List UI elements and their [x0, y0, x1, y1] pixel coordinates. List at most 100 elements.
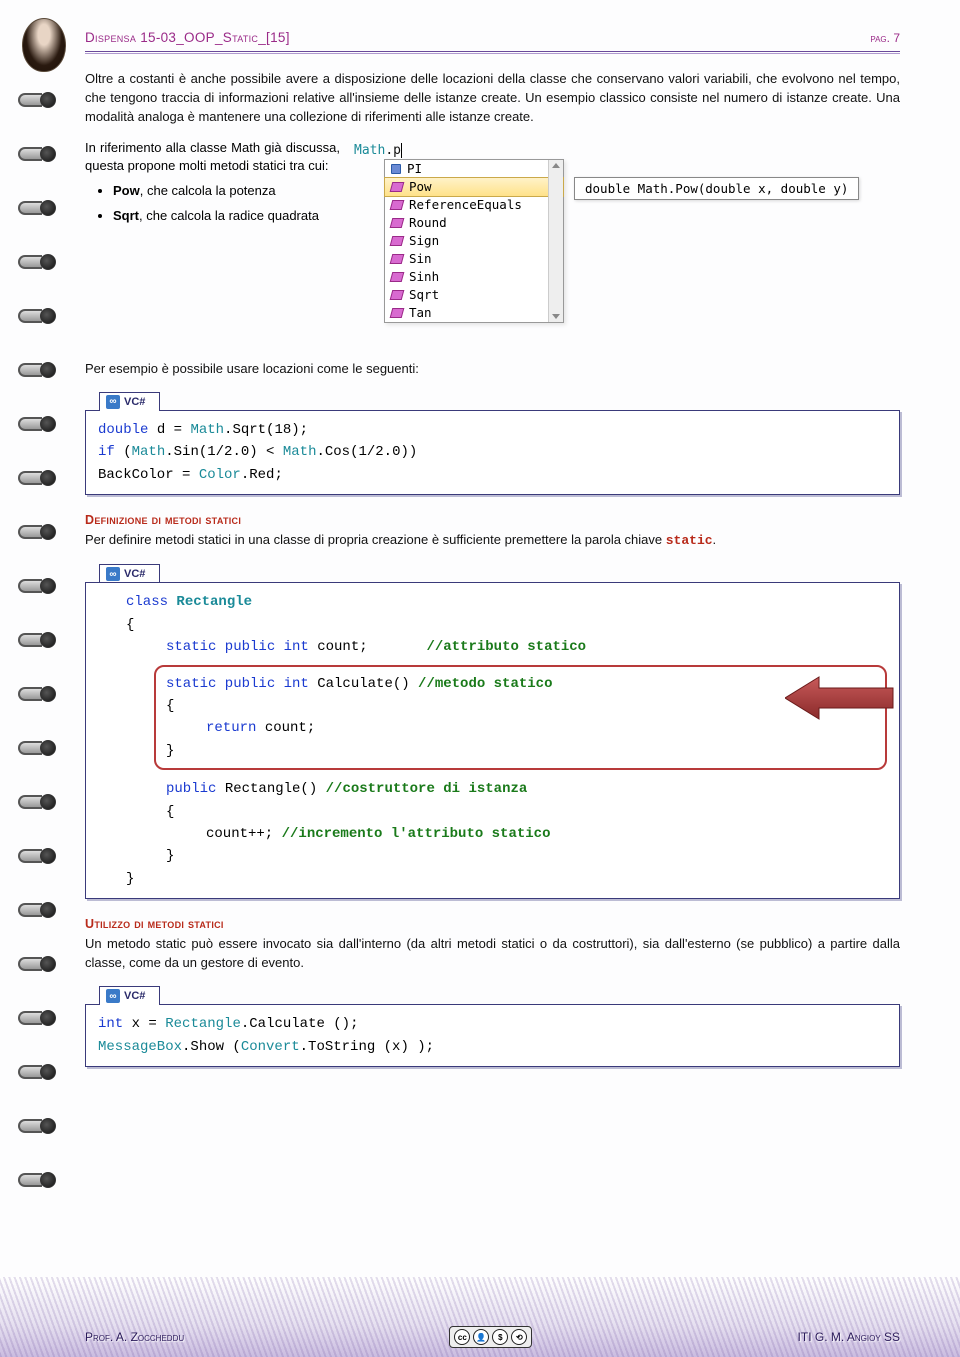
author-portrait — [22, 18, 66, 72]
field-icon — [391, 164, 401, 174]
highlighted-method-frame: static public int Calculate() //metodo s… — [154, 665, 887, 771]
intellisense-dropdown[interactable]: PI Pow ReferenceEquals Round Sign Sin Si… — [384, 159, 564, 323]
spiral-ring — [18, 1170, 58, 1186]
dropdown-item-sign[interactable]: Sign — [385, 232, 563, 250]
dropdown-label: ReferenceEquals — [409, 197, 522, 212]
code-block-3: int x = Rectangle.Calculate (); MessageB… — [85, 1004, 900, 1067]
vc-tab-label: VC# — [124, 396, 145, 408]
spiral-ring — [18, 360, 58, 376]
dropdown-item-tan[interactable]: Tan — [385, 304, 563, 322]
bullet-pow: Pow, che calcola la potenza — [113, 182, 340, 201]
dropdown-label: Sign — [409, 233, 439, 248]
spiral-ring — [18, 90, 58, 106]
callout-arrow-icon — [785, 675, 895, 721]
dropdown-item-sin[interactable]: Sin — [385, 250, 563, 268]
bullet-sqrt-desc: , che calcola la radice quadrata — [139, 208, 319, 223]
dropdown-label: Sqrt — [409, 287, 439, 302]
spiral-ring — [18, 684, 58, 700]
bullet-pow-name: Pow — [113, 183, 140, 198]
typed-code: Math.p — [354, 143, 410, 158]
spiral-ring — [18, 306, 58, 322]
spiral-ring — [18, 252, 58, 268]
spiral-ring — [18, 954, 58, 970]
spiral-ring — [18, 198, 58, 214]
dropdown-label: Pow — [409, 179, 432, 194]
intellisense-column: Math.p PI Pow ReferenceEquals Round Sign… — [354, 139, 900, 354]
dropdown-item-referenceequals[interactable]: ReferenceEquals — [385, 196, 563, 214]
intellisense-tooltip: double Math.Pow(double x, double y) — [574, 177, 859, 200]
spiral-ring — [18, 630, 58, 646]
dropdown-label: Sin — [409, 251, 432, 266]
typed-class: Math — [354, 143, 385, 158]
definition-paragraph: Per definire metodi statici in una class… — [85, 531, 900, 551]
dropdown-item-sinh[interactable]: Sinh — [385, 268, 563, 286]
page-header: Dispensa 15-03_OOP_Static_[15] pag. 7 — [85, 30, 900, 51]
spiral-ring — [18, 522, 58, 538]
header-title: Dispensa 15-03_OOP_Static_[15] — [85, 30, 290, 45]
bullet-sqrt-name: Sqrt — [113, 208, 139, 223]
page-footer: Prof. A. Zoccheddu cc 👤 $ ⟲ ITI G. M. An… — [0, 1277, 960, 1357]
dropdown-scrollbar[interactable] — [548, 160, 563, 322]
spiral-ring — [18, 792, 58, 808]
header-divider — [85, 51, 900, 54]
dropdown-label: Tan — [409, 305, 432, 320]
infinity-icon: ∞ — [106, 395, 120, 409]
section-heading-usage: Utilizzo di metodi statici — [85, 917, 900, 931]
cc-sa-icon: ⟲ — [511, 1329, 527, 1345]
cc-license-badge: cc 👤 $ ⟲ — [449, 1326, 532, 1348]
footer-school: ITI G. M. Angioy SS — [798, 1330, 900, 1344]
vc-tab-label: VC# — [124, 990, 145, 1002]
method-icon — [390, 254, 405, 264]
usage-paragraph: Un metodo static può essere invocato sia… — [85, 935, 900, 973]
intellisense-popup: Math.p PI Pow ReferenceEquals Round Sign… — [354, 139, 844, 354]
dropdown-item-sqrt[interactable]: Sqrt — [385, 286, 563, 304]
dropdown-item-pow[interactable]: Pow — [384, 177, 564, 197]
method-icon — [390, 272, 405, 282]
method-bullet-list: Pow, che calcola la potenza Sqrt, che ca… — [85, 182, 340, 226]
code-tab-vcsharp: ∞ VC# — [99, 392, 160, 411]
spiral-ring — [18, 414, 58, 430]
spiral-ring — [18, 468, 58, 484]
code-block-2: class Rectangle { static public int coun… — [85, 582, 900, 899]
cc-icon: cc — [454, 1329, 470, 1345]
bullet-pow-desc: , che calcola la potenza — [140, 183, 276, 198]
spiral-ring — [18, 738, 58, 754]
code-tab-vcsharp: ∞ VC# — [99, 986, 160, 1005]
spiral-ring — [18, 576, 58, 592]
method-icon — [390, 236, 405, 246]
infinity-icon: ∞ — [106, 567, 120, 581]
dropdown-label: Round — [409, 215, 447, 230]
dropdown-label: PI — [407, 161, 422, 176]
spiral-ring — [18, 1062, 58, 1078]
math-text-column: In riferimento alla classe Math già disc… — [85, 139, 340, 354]
spiral-ring — [18, 846, 58, 862]
method-icon — [390, 182, 405, 192]
dropdown-item-round[interactable]: Round — [385, 214, 563, 232]
spiral-ring — [18, 1008, 58, 1024]
intro-paragraph: Oltre a costanti è anche possibile avere… — [85, 70, 900, 127]
header-page-number: pag. 7 — [870, 31, 900, 45]
spiral-ring — [18, 900, 58, 916]
spiral-ring — [18, 144, 58, 160]
section-heading-definition: Definizione di metodi statici — [85, 513, 900, 527]
dropdown-item-pi[interactable]: PI — [385, 160, 563, 178]
typed-suffix: .p — [385, 143, 401, 158]
keyword-static: static — [666, 533, 713, 548]
code-tab-vcsharp: ∞ VC# — [99, 564, 160, 583]
method-icon — [390, 290, 405, 300]
infinity-icon: ∞ — [106, 989, 120, 1003]
math-section: In riferimento alla classe Math già disc… — [85, 139, 900, 354]
dropdown-label: Sinh — [409, 269, 439, 284]
code-block-1: double d = Math.Sqrt(18); if (Math.Sin(1… — [85, 410, 900, 495]
example-intro: Per esempio è possibile usare locazioni … — [85, 360, 900, 379]
method-icon — [390, 200, 405, 210]
math-intro-text: In riferimento alla classe Math già disc… — [85, 140, 340, 174]
method-icon — [390, 308, 405, 318]
bullet-sqrt: Sqrt, che calcola la radice quadrata — [113, 207, 340, 226]
cc-nc-icon: $ — [492, 1329, 508, 1345]
vc-tab-label: VC# — [124, 568, 145, 580]
document-page: Dispensa 15-03_OOP_Static_[15] pag. 7 Ol… — [0, 0, 960, 1357]
footer-author: Prof. A. Zoccheddu — [85, 1330, 184, 1344]
spiral-ring — [18, 1116, 58, 1132]
method-icon — [390, 218, 405, 228]
